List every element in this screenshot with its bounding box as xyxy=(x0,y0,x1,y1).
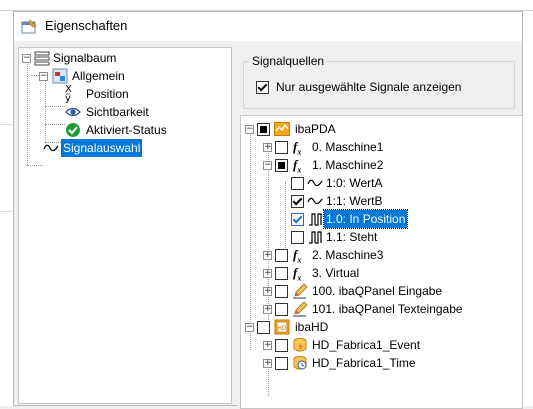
digital-signal-icon xyxy=(309,213,322,226)
title-bar: Eigenschaften xyxy=(14,12,522,41)
ibahd-icon: HD xyxy=(274,319,290,335)
checkbox[interactable] xyxy=(257,321,270,334)
check-circle-icon xyxy=(66,123,80,137)
checkbox[interactable] xyxy=(291,177,304,190)
expand-toggle[interactable]: + xyxy=(263,359,272,368)
collapse-toggle[interactable]: − xyxy=(263,161,272,170)
expand-toggle[interactable]: + xyxy=(263,341,272,350)
expand-toggle[interactable]: + xyxy=(263,305,272,314)
module-function-icon: fx xyxy=(293,139,302,157)
pencil-icon xyxy=(293,301,308,317)
analog-signal-icon xyxy=(307,179,323,187)
pencil-icon xyxy=(293,283,308,299)
checkbox[interactable] xyxy=(275,141,288,154)
collapse-toggle[interactable]: − xyxy=(22,54,31,63)
collapse-toggle[interactable]: − xyxy=(245,323,254,332)
signal-source-tree: − ibaPDA + fx 0. Maschine1 − fx 1. Masch… xyxy=(240,115,523,409)
checkbox[interactable] xyxy=(256,81,269,94)
time-store-icon xyxy=(293,356,307,370)
checkbox[interactable] xyxy=(275,357,288,370)
checkbox[interactable] xyxy=(291,195,304,208)
digital-signal-icon xyxy=(309,231,322,244)
checkbox[interactable] xyxy=(291,231,304,244)
analog-signal-icon xyxy=(307,197,323,205)
only-selected-checkbox[interactable]: Nur ausgewählte Signale anzeigen xyxy=(256,78,506,96)
checkbox[interactable] xyxy=(275,303,288,316)
analog-signal-icon xyxy=(43,144,59,152)
xy-position-icon: Xỹ xyxy=(65,84,72,104)
ibapda-icon xyxy=(274,122,290,136)
signal-tree-panel: − Signalbaum − Allgemein Xỹ Position Sic… xyxy=(18,47,232,404)
module-function-icon: fx xyxy=(293,157,302,175)
event-store-icon xyxy=(293,338,307,352)
dialog-title: Eigenschaften xyxy=(45,18,128,33)
checkbox[interactable] xyxy=(275,249,288,262)
checkbox[interactable] xyxy=(275,267,288,280)
expand-toggle[interactable]: + xyxy=(263,143,272,152)
collapse-toggle[interactable]: − xyxy=(39,72,48,81)
properties-dialog: Eigenschaften − Signalbaum − Allgemein X… xyxy=(13,11,523,409)
expand-toggle[interactable]: + xyxy=(263,287,272,296)
checkbox[interactable] xyxy=(257,123,270,136)
expand-toggle[interactable]: + xyxy=(263,251,272,260)
collapse-toggle[interactable]: − xyxy=(245,125,254,134)
checkbox[interactable] xyxy=(291,213,304,226)
signal-sources-pane: Signalquellen Nur ausgewählte Signale an… xyxy=(237,47,523,409)
eye-icon xyxy=(65,107,81,117)
expand-toggle[interactable]: + xyxy=(263,269,272,278)
module-function-icon: fx xyxy=(293,265,302,283)
svg-text:HD: HD xyxy=(277,325,287,332)
module-function-icon: fx xyxy=(293,247,302,265)
checkbox[interactable] xyxy=(275,339,288,352)
checkbox[interactable] xyxy=(275,285,288,298)
general-settings-icon xyxy=(52,68,68,84)
tree-root-icon xyxy=(34,51,50,66)
signal-sources-group: Signalquellen Nur ausgewählte Signale an… xyxy=(243,54,515,109)
group-title: Signalquellen xyxy=(250,54,327,68)
checkbox[interactable] xyxy=(275,159,288,172)
properties-icon xyxy=(21,19,37,34)
background-window-right xyxy=(523,11,533,406)
